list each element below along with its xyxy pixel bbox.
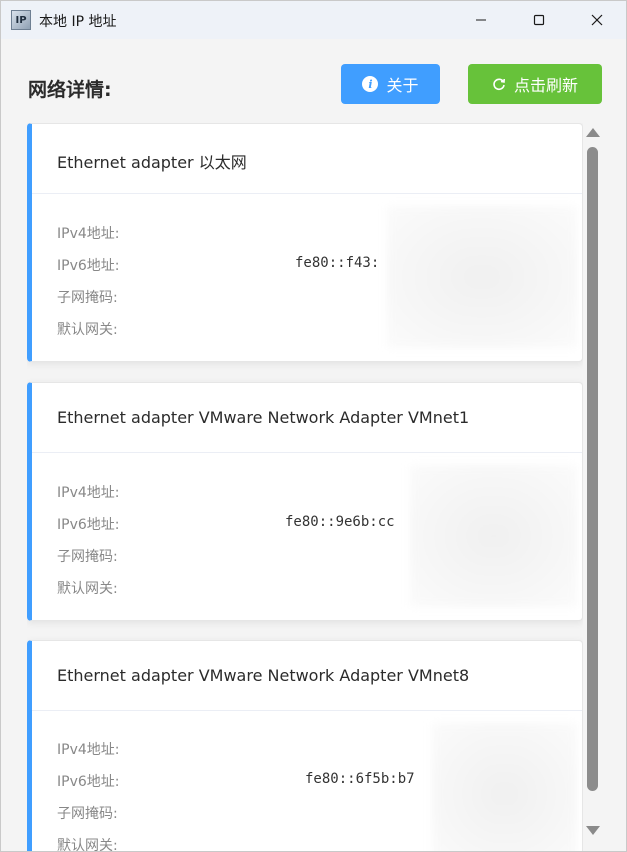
- adapter-name: Ethernet adapter 以太网: [57, 153, 247, 172]
- ipv4-label: IPv4地址:: [57, 742, 120, 758]
- app-icon: IP: [11, 10, 31, 30]
- adapter-card: Ethernet adapter VMware Network Adapter …: [27, 382, 583, 621]
- maximize-button[interactable]: [510, 1, 568, 39]
- ipv6-value: fe80::6f5b:b7: [305, 771, 415, 787]
- ipv6-value: fe80::f43:: [295, 255, 380, 271]
- scroll-thumb[interactable]: [587, 147, 598, 791]
- scroll-down-icon[interactable]: [586, 826, 600, 835]
- close-button[interactable]: [568, 1, 626, 39]
- redacted-area: [432, 723, 577, 851]
- info-icon: i: [362, 76, 379, 92]
- about-button[interactable]: i 关于: [341, 64, 440, 104]
- close-icon: [591, 14, 603, 26]
- title-bar: IP 本地 IP 地址: [1, 1, 626, 39]
- card-divider: [32, 452, 582, 453]
- gateway-label: 默认网关:: [57, 838, 118, 852]
- gateway-label: 默认网关:: [57, 322, 118, 338]
- maximize-icon: [533, 14, 545, 26]
- about-button-label: 关于: [386, 76, 419, 95]
- network-details-label: 网络详情:: [28, 79, 112, 101]
- card-divider: [32, 710, 582, 711]
- ipv4-label: IPv4地址:: [57, 226, 120, 242]
- app-window: IP 本地 IP 地址 网络详情: i 关于 点击刷新 Ethernet ada…: [0, 0, 627, 852]
- window-title: 本地 IP 地址: [39, 14, 117, 30]
- ipv6-label: IPv6地址:: [57, 517, 120, 533]
- card-divider: [32, 193, 582, 194]
- adapter-name: Ethernet adapter VMware Network Adapter …: [57, 666, 470, 685]
- redacted-area: [387, 206, 577, 348]
- gateway-label: 默认网关:: [57, 581, 118, 597]
- ipv6-label: IPv6地址:: [57, 258, 120, 274]
- refresh-button-label: 点击刷新: [513, 76, 578, 95]
- ipv6-label: IPv6地址:: [57, 774, 120, 790]
- vertical-scrollbar[interactable]: [585, 123, 601, 841]
- redacted-area: [410, 465, 577, 607]
- subnet-mask-label: 子网掩码:: [57, 290, 118, 306]
- ipv4-label: IPv4地址:: [57, 485, 120, 501]
- adapter-card: Ethernet adapter VMware Network Adapter …: [27, 640, 583, 852]
- ipv6-value: fe80::9e6b:cc: [285, 514, 395, 530]
- adapter-list[interactable]: Ethernet adapter 以太网 IPv4地址: IPv6地址: 子网掩…: [27, 123, 583, 852]
- scroll-up-icon[interactable]: [586, 128, 600, 137]
- subnet-mask-label: 子网掩码:: [57, 806, 118, 822]
- refresh-button[interactable]: 点击刷新: [468, 64, 602, 104]
- adapter-name: Ethernet adapter VMware Network Adapter …: [57, 408, 470, 427]
- minimize-button[interactable]: [452, 1, 510, 39]
- adapter-card: Ethernet adapter 以太网 IPv4地址: IPv6地址: 子网掩…: [27, 123, 583, 362]
- refresh-icon: [493, 78, 505, 91]
- subnet-mask-label: 子网掩码:: [57, 549, 118, 565]
- minimize-icon: [476, 19, 486, 21]
